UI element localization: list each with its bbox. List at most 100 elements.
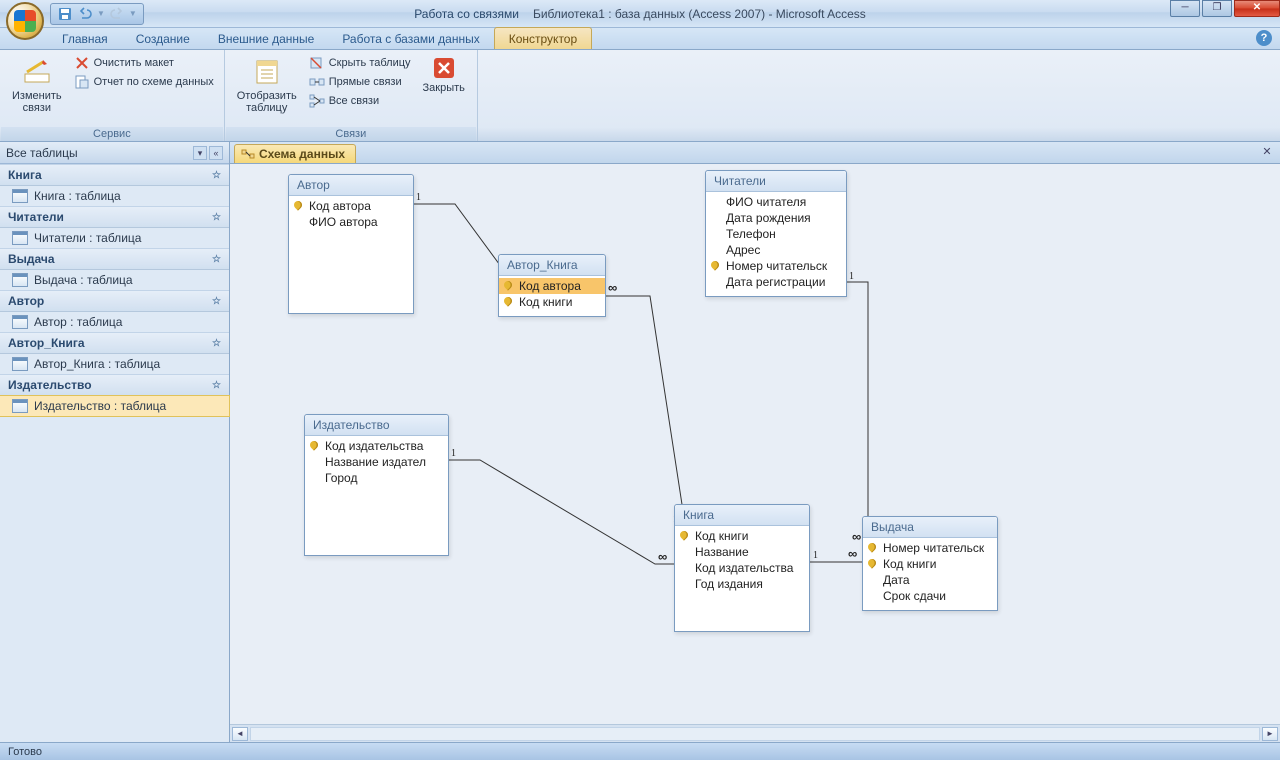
undo-icon[interactable] [77,6,93,22]
table-field[interactable]: Дата регистрации [706,274,846,290]
group-relations-label: Связи [226,127,476,141]
table-field[interactable]: Название [675,544,809,560]
table-field[interactable]: Срок сдачи [863,588,997,604]
svg-text:1: 1 [849,271,854,282]
nav-item[interactable]: Книга : таблица [0,186,229,206]
status-bar: Готово [0,742,1280,760]
status-text: Готово [8,746,42,758]
scroll-left-icon[interactable]: ◄ [232,727,248,741]
all-rel-icon [309,93,325,109]
hide-table-button[interactable]: Скрыть таблицу [305,54,415,72]
table-field[interactable]: Номер читательск [706,258,846,274]
table-header: Автор_Книга [499,255,605,276]
nav-group-header[interactable]: Автор☆ [0,290,229,312]
close-button[interactable]: ✕ [1234,0,1280,17]
table-header: Выдача [863,517,997,538]
save-icon[interactable] [57,6,73,22]
window-titlebar: ▼ ▼ Работа со связями Библиотека1 : база… [0,0,1280,28]
svg-text:1: 1 [416,192,421,203]
tab-external-data[interactable]: Внешние данные [204,28,329,49]
nav-item[interactable]: Издательство : таблица [0,396,229,416]
close-relations-button[interactable]: Закрыть [417,54,471,96]
close-label: Закрыть [423,82,465,94]
svg-text:∞: ∞ [658,549,667,564]
table-header: Книга [675,505,809,526]
horizontal-scrollbar[interactable]: ◄ ► [230,724,1280,742]
table-vydacha[interactable]: Выдача Номер читательскКод книгиДатаСрок… [862,516,998,611]
nav-header[interactable]: Все таблицы ▾« [0,142,229,164]
tab-create[interactable]: Создание [122,28,204,49]
maximize-button[interactable]: ❐ [1202,0,1232,17]
table-field[interactable]: Код книги [863,556,997,572]
table-icon [12,399,28,413]
table-field[interactable]: Название издател [305,454,448,470]
nav-group-header[interactable]: Автор_Книга☆ [0,332,229,354]
nav-item[interactable]: Выдача : таблица [0,270,229,290]
office-button[interactable] [6,2,44,40]
show-table-button[interactable]: Отобразить таблицу [231,54,303,116]
relationship-report-button[interactable]: Отчет по схеме данных [70,73,218,91]
table-field[interactable]: Код книги [499,294,605,310]
relationships-icon [241,147,255,161]
nav-group-header[interactable]: Издательство☆ [0,374,229,396]
nav-group-header[interactable]: Книга☆ [0,164,229,186]
table-icon [12,189,28,203]
nav-header-label: Все таблицы [6,146,78,160]
nav-item[interactable]: Автор : таблица [0,312,229,332]
table-field[interactable]: Код издательства [305,438,448,454]
table-field[interactable]: Дата рождения [706,210,846,226]
document-title: Библиотека1 : база данных (Access 2007) … [533,7,866,21]
minimize-button[interactable]: ─ [1170,0,1200,17]
table-chitateli[interactable]: Читатели ФИО читателяДата рожденияТелефо… [705,170,847,297]
direct-relations-button[interactable]: Прямые связи [305,73,415,91]
table-field[interactable]: Город [305,470,448,486]
ribbon-tabs: Главная Создание Внешние данные Работа с… [0,28,1280,50]
table-field[interactable]: Код автора [289,198,413,214]
table-field[interactable]: Код издательства [675,560,809,576]
table-field[interactable]: Номер читательск [863,540,997,556]
all-relations-button[interactable]: Все связи [305,92,415,110]
undo-dropdown-icon[interactable]: ▼ [97,9,105,18]
table-field[interactable]: Адрес [706,242,846,258]
quick-access-toolbar: ▼ ▼ [50,3,144,25]
nav-dropdown-icon[interactable]: ▾ [193,146,207,160]
svg-text:1: 1 [451,448,456,459]
svg-text:∞: ∞ [852,529,861,544]
table-kniga[interactable]: Книга Код книгиНазваниеКод издательстваГ… [674,504,810,632]
scroll-track[interactable] [250,727,1260,741]
tab-database-tools[interactable]: Работа с базами данных [328,28,493,49]
table-field[interactable]: Код книги [675,528,809,544]
clear-layout-button[interactable]: Очистить макет [70,54,218,72]
document-close-button[interactable]: ✕ [1260,145,1274,159]
table-field[interactable]: Дата [863,572,997,588]
redo-icon[interactable] [109,6,125,22]
nav-item[interactable]: Читатели : таблица [0,228,229,248]
tab-design[interactable]: Конструктор [494,27,592,49]
table-field[interactable]: ФИО читателя [706,194,846,210]
table-field[interactable]: Телефон [706,226,846,242]
qat-customize-icon[interactable]: ▼ [129,9,137,18]
table-avtor-kniga[interactable]: Автор_Книга Код автораКод книги [498,254,606,317]
nav-group-header[interactable]: Выдача☆ [0,248,229,270]
window-controls: ─ ❐ ✕ [1168,0,1280,17]
relationship-canvas[interactable]: 1∞ ∞1 1∞ 1∞ 1∞ Автор Код автораФИО автор… [230,164,1280,724]
table-field[interactable]: Год издания [675,576,809,592]
tab-schema-label: Схема данных [259,147,345,161]
help-icon[interactable]: ? [1256,30,1272,46]
scroll-right-icon[interactable]: ► [1262,727,1278,741]
nav-collapse-icon[interactable]: « [209,146,223,160]
table-field[interactable]: Код автора [499,278,605,294]
group-service-label: Сервис [1,127,223,141]
table-avtor[interactable]: Автор Код автораФИО автора [288,174,414,314]
nav-group-header[interactable]: Читатели☆ [0,206,229,228]
nav-item[interactable]: Автор_Книга : таблица [0,354,229,374]
report-icon [74,74,90,90]
direct-rel-icon [309,74,325,90]
table-izdat[interactable]: Издательство Код издательстваНазвание из… [304,414,449,556]
table-field[interactable]: ФИО автора [289,214,413,230]
tab-schema[interactable]: Схема данных [234,144,356,163]
edit-relationships-button[interactable]: Изменить связи [6,54,68,116]
table-icon [12,273,28,287]
document-tabs: Схема данных ✕ [230,142,1280,164]
tab-home[interactable]: Главная [48,28,122,49]
